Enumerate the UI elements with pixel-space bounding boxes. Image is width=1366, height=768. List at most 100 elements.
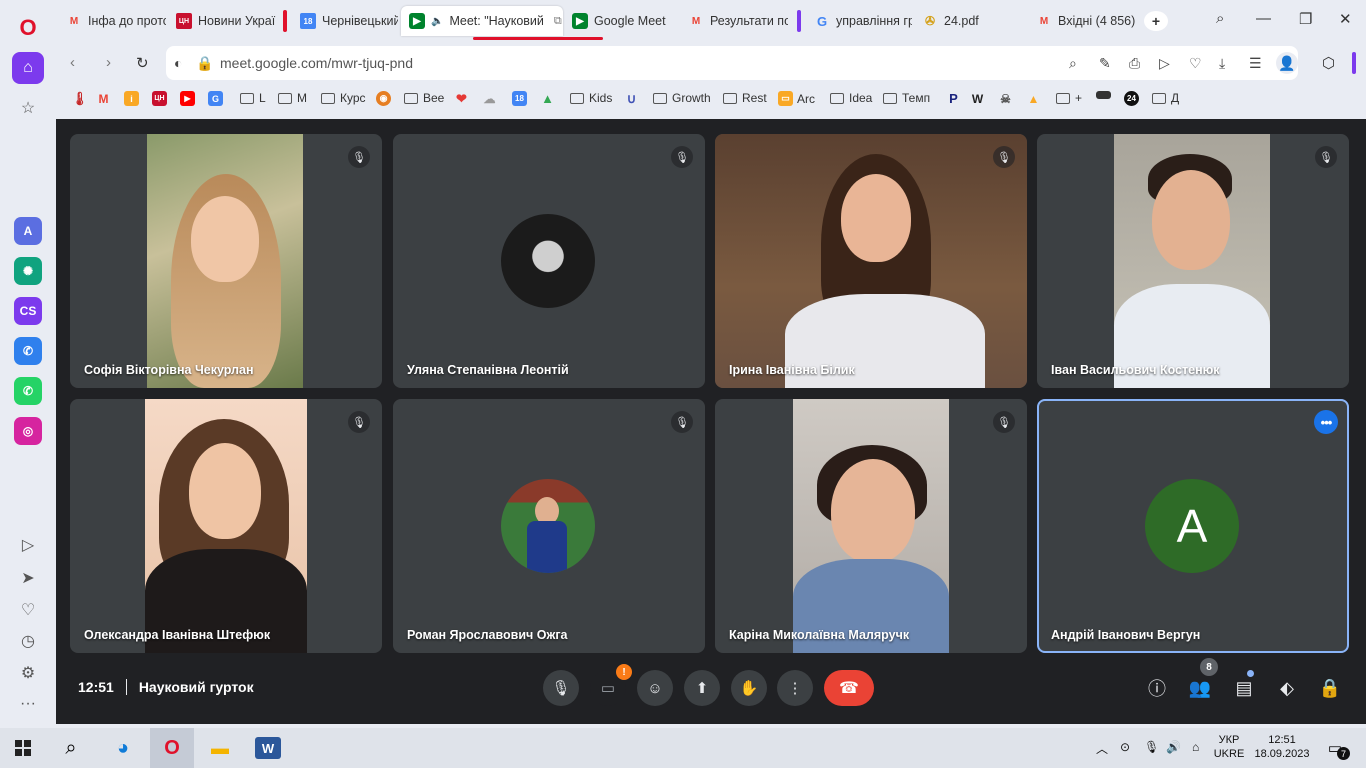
chatsonic-icon[interactable]: CS — [14, 297, 42, 325]
raise-hand-button[interactable]: ✋ — [731, 670, 767, 706]
bookmark-heart-icon[interactable]: ♡ — [1189, 55, 1202, 72]
meeting-details-button[interactable]: ⓘ — [1144, 675, 1170, 701]
windows-start-icon[interactable] — [8, 734, 38, 762]
file-explorer-icon[interactable]: ▬ — [205, 734, 235, 762]
tab[interactable]: M Вхідні (4 856) — [1028, 6, 1140, 36]
more-options-icon[interactable]: ••• — [1314, 410, 1338, 434]
participant-tile[interactable]: 🎙 Роман Ярославович Ожга — [393, 399, 705, 653]
history-icon[interactable]: ◷ — [12, 625, 44, 657]
edit-icon[interactable]: ✎ — [1099, 55, 1111, 72]
bookmark-folder[interactable]: Idea — [830, 91, 872, 105]
edge-icon[interactable]: ◕ — [108, 734, 138, 762]
messenger-icon[interactable]: ✆ — [14, 337, 42, 365]
bookmark-heart[interactable]: ❤ — [454, 91, 473, 106]
bookmark-youtube[interactable]: ▶ — [180, 91, 199, 106]
send-tab-icon[interactable]: ▷ — [1159, 55, 1170, 72]
bookmark-thermometer[interactable]: 🌡 — [71, 91, 91, 106]
people-button[interactable]: 👥 — [1187, 675, 1213, 701]
instagram-icon[interactable]: ◎ — [14, 417, 42, 445]
participant-tile[interactable]: 🎙 Софія Вікторівна Чекурлан — [70, 134, 382, 388]
speaker-icon[interactable]: 🔈 — [431, 16, 443, 27]
search-icon[interactable]: ⌕ — [56, 734, 86, 762]
present-button[interactable]: ⬆ — [684, 670, 720, 706]
volume-icon[interactable]: 🔊 — [1166, 740, 1181, 754]
forward-icon[interactable]: › — [106, 54, 111, 71]
tab[interactable]: ✇ 24.pdf — [914, 6, 1020, 36]
easy-setup-icon[interactable]: ☰ — [1249, 55, 1262, 72]
bookmark-gmail[interactable]: M — [96, 91, 115, 106]
bookmark-24[interactable]: 24 — [1124, 91, 1143, 106]
extensions-icon[interactable]: ⬡ — [1322, 54, 1335, 72]
chatgpt-icon[interactable]: ✺ — [14, 257, 42, 285]
more-options-button[interactable]: ⋮ — [777, 670, 813, 706]
bookmark-calendar[interactable]: 18 — [512, 91, 531, 106]
bookmark-folder[interactable]: M — [278, 91, 307, 105]
tab-search-icon[interactable]: ⌕ — [1216, 10, 1224, 27]
bookmark-tape[interactable] — [1096, 91, 1115, 99]
restore-icon[interactable]: ❐ — [1299, 10, 1312, 28]
leave-call-button[interactable]: ☎ — [824, 670, 874, 706]
whatsapp-icon[interactable]: ✆ — [14, 377, 42, 405]
player-icon[interactable]: ▷ — [12, 529, 44, 561]
opera-taskbar-icon[interactable]: O — [150, 728, 194, 768]
new-tab-button[interactable]: + — [1144, 11, 1168, 31]
bookmark-cloud[interactable]: ☁ — [482, 91, 501, 106]
bookmark-folder[interactable]: Темп — [883, 91, 930, 105]
bookmark-translate[interactable]: G — [208, 91, 227, 106]
microphone-button[interactable]: 🎙 — [543, 670, 579, 706]
bookmark-folder[interactable]: Bee — [404, 91, 444, 105]
heart-icon[interactable]: ♡ — [12, 594, 44, 626]
participant-tile[interactable]: 🎙 Ірина Іванівна Білик — [715, 134, 1027, 388]
tab[interactable]: M Результати по — [680, 6, 788, 36]
more-icon[interactable]: ··· — [12, 688, 44, 720]
bookmark-yellow[interactable]: i — [124, 91, 143, 106]
lock-icon[interactable]: 🔒 — [196, 55, 213, 72]
tab[interactable]: ЦН Новини Украї — [168, 6, 276, 36]
tab[interactable]: G управління гр — [806, 6, 912, 36]
bookmark-lion[interactable]: ◉ — [376, 91, 395, 106]
language-indicator[interactable]: УКР UKRE — [1212, 733, 1246, 761]
search-icon[interactable]: ⌕ — [1069, 55, 1077, 72]
url-field[interactable]: ◐ 🔒 meet.google.com/mwr-tjuq-pnd ⌕ ✎ ⎙ ▷… — [166, 46, 1298, 80]
download-icon[interactable]: ⤓ — [1219, 55, 1225, 72]
send-icon[interactable]: ➤ — [12, 562, 44, 594]
clock[interactable]: 12:51 18.09.2023 — [1250, 733, 1314, 761]
tray-mic-icon[interactable]: 🎙 — [1144, 740, 1159, 754]
participant-tile[interactable]: A ••• Андрій Іванович Вергун — [1037, 399, 1349, 653]
vpn-icon[interactable]: ◐ — [174, 55, 182, 71]
host-controls-button[interactable]: 🔒 — [1317, 675, 1343, 701]
bookmark-folder[interactable]: Курс — [321, 91, 366, 105]
bookmark-folder[interactable]: + — [1056, 91, 1082, 105]
reactions-button[interactable]: ☺ — [637, 670, 673, 706]
bookmark-w[interactable]: W — [970, 91, 989, 106]
back-icon[interactable]: ‹ — [70, 54, 75, 71]
sidebar-toggle[interactable] — [1352, 52, 1356, 74]
notifications-icon[interactable]: ▭ 7 — [1320, 734, 1350, 762]
settings-icon[interactable]: ⚙ — [12, 657, 44, 689]
participant-tile[interactable]: 🎙 Каріна Миколаївна Маляручк — [715, 399, 1027, 653]
tab-snap-icon[interactable]: ⧉ — [554, 15, 562, 28]
bookmark-p[interactable]: P — [946, 91, 965, 106]
aria-icon[interactable]: A — [14, 217, 42, 245]
bookmark-folder[interactable]: Growth — [653, 91, 711, 105]
tray-chevron-icon[interactable]: ︿ — [1096, 740, 1108, 757]
bookmark-folder[interactable]: Д — [1152, 91, 1179, 105]
bookmark-drive[interactable]: ▲ — [540, 91, 559, 106]
profile-icon[interactable]: 👤 — [1276, 52, 1298, 74]
tab[interactable]: 18 Чернівецький — [292, 6, 398, 36]
opera-logo-icon[interactable]: O — [12, 12, 44, 44]
tab[interactable]: ▶ Google Meet — [564, 6, 672, 36]
camera-button[interactable]: ▭ ! — [590, 664, 632, 706]
word-icon[interactable]: W — [255, 737, 281, 759]
participant-tile[interactable]: 🎙 Олександра Іванівна Штефюк — [70, 399, 382, 653]
close-icon[interactable]: ✕ — [1339, 10, 1352, 28]
minimize-icon[interactable]: — — [1256, 10, 1271, 27]
star-icon[interactable]: ☆ — [12, 92, 44, 124]
url-text[interactable]: meet.google.com/mwr-tjuq-pnd — [220, 55, 413, 71]
tray-camera-icon[interactable]: ⊙ — [1120, 740, 1130, 754]
bookmark-news[interactable]: ЦН — [152, 91, 171, 106]
bookmark-folder[interactable]: Kids — [570, 91, 612, 105]
tab-active[interactable]: ▶ 🔈 Meet: "Науковий ⧉ — [401, 6, 563, 36]
participant-tile[interactable]: 🎙 Іван Васильович Костенюк — [1037, 134, 1349, 388]
reload-icon[interactable]: ↻ — [136, 54, 149, 72]
